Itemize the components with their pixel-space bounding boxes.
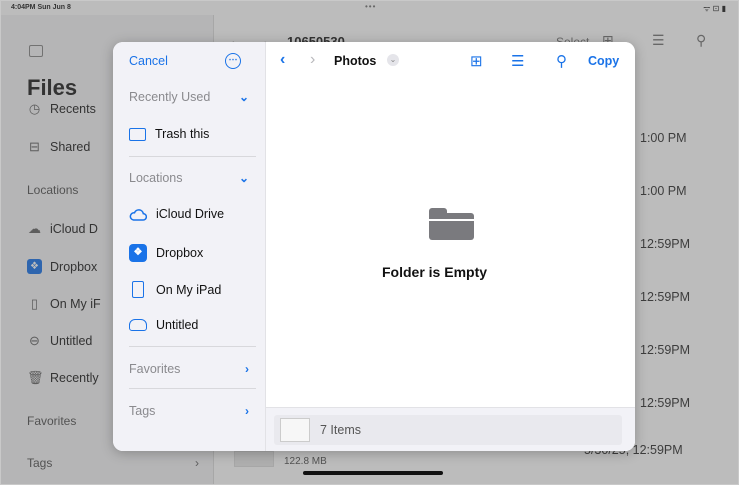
sidebar-item-label: Dropbox — [156, 246, 204, 260]
chevron-right-icon: › — [245, 404, 249, 418]
picker-footer: 7 Items — [266, 407, 635, 451]
new-folder-icon[interactable]: ⊞ — [470, 52, 483, 70]
empty-folder-icon — [429, 208, 474, 240]
search-icon[interactable]: ⚲ — [556, 52, 567, 70]
dropbox-icon: ❖ — [129, 244, 147, 262]
more-options-icon[interactable]: ⋯ — [225, 53, 241, 69]
section-label: Locations — [129, 171, 183, 185]
list-view-icon[interactable]: ☰ — [511, 52, 524, 70]
picker-sidebar: Cancel ⋯ Recently Used ⌄ Trash this Loca… — [113, 42, 266, 451]
ipad-icon — [132, 281, 144, 298]
chevron-down-icon: ⌄ — [238, 171, 249, 185]
file-thumbnail-icon — [280, 418, 310, 442]
divider — [129, 346, 256, 347]
home-indicator[interactable] — [303, 471, 443, 475]
section-label: Favorites — [129, 362, 181, 376]
folder-icon — [129, 127, 146, 141]
sidebar-item-untitled[interactable]: Untitled — [129, 318, 198, 332]
sidebar-item-label: Trash this — [155, 127, 210, 141]
sidebar-item-label: iCloud Drive — [156, 207, 225, 221]
favorites-header[interactable]: Favorites › — [129, 362, 249, 376]
document-picker-modal: Cancel ⋯ Recently Used ⌄ Trash this Loca… — [113, 42, 635, 451]
forward-icon[interactable]: › — [310, 51, 315, 69]
sidebar-item-label: Untitled — [156, 318, 199, 332]
chevron-down-icon: ⌄ — [238, 90, 249, 104]
section-label: Tags — [129, 404, 156, 418]
external-drive-icon — [129, 319, 147, 331]
tags-header[interactable]: Tags › — [129, 404, 249, 418]
copy-button[interactable]: Copy — [588, 54, 619, 68]
sidebar-item-trash-this[interactable]: Trash this — [129, 127, 209, 141]
recently-used-header[interactable]: Recently Used ⌄ — [129, 90, 249, 104]
picker-content: ‹ › Photos ⌄ ⊞ ☰ ⚲ Copy Folder is Empty … — [266, 42, 635, 451]
divider — [129, 388, 256, 389]
screen: 4:04PM Sun Jun 8 ••• ᯤ ⊡ ▮ ⋯ Files ◷ Rec… — [0, 0, 739, 485]
back-icon[interactable]: ‹ — [280, 51, 285, 69]
section-label: Recently Used — [129, 90, 211, 104]
empty-folder-message: Folder is Empty — [382, 264, 488, 280]
folder-title[interactable]: Photos — [334, 54, 376, 68]
item-count: 7 Items — [320, 423, 361, 437]
sidebar-item-dropbox[interactable]: ❖ Dropbox — [129, 244, 203, 262]
sidebar-item-on-my-ipad[interactable]: On My iPad — [129, 281, 221, 298]
icloud-icon — [129, 208, 147, 221]
sidebar-item-label: On My iPad — [156, 282, 222, 297]
divider — [129, 156, 256, 157]
folder-title-chevron-icon[interactable]: ⌄ — [387, 54, 399, 66]
sidebar-item-icloud-drive[interactable]: iCloud Drive — [129, 207, 224, 221]
item-count-bar: 7 Items — [274, 415, 622, 445]
chevron-right-icon: › — [245, 362, 249, 376]
cancel-button[interactable]: Cancel — [129, 54, 168, 68]
locations-header[interactable]: Locations ⌄ — [129, 171, 249, 185]
